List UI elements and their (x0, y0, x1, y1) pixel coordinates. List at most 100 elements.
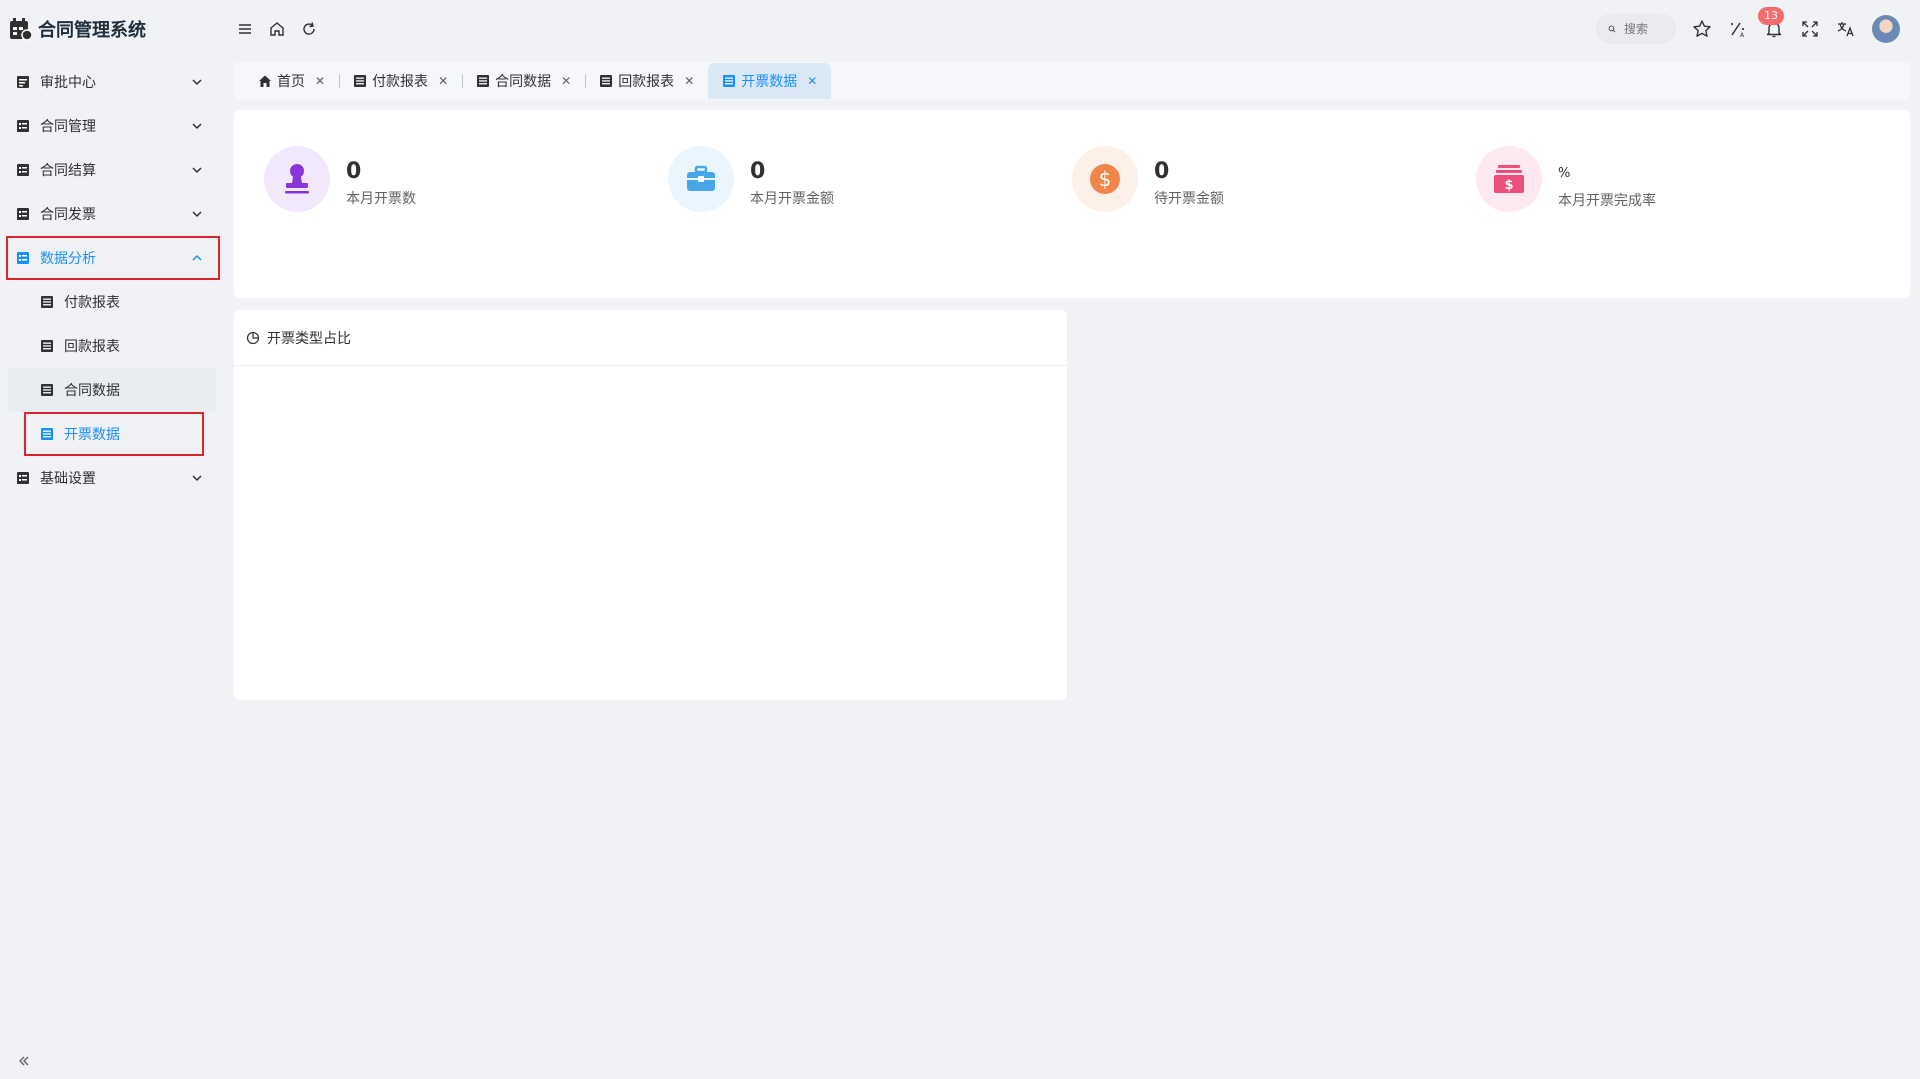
close-icon[interactable]: ✕ (438, 74, 448, 88)
stat-label: 本月开票金额 (750, 191, 834, 207)
dollar-coin-icon: $ (1090, 164, 1120, 194)
notification-button[interactable]: 13 (1758, 7, 1784, 39)
stats-card: 0 本月开票数 0 本月开票金额 $ 0 待开票金额 $ % 本月开票完成率 (234, 110, 1910, 298)
chevron-down-icon (192, 211, 202, 218)
list-icon (723, 75, 736, 87)
hamburger-menu-icon[interactable] (236, 20, 254, 38)
stat-completion-rate: $ % 本月开票完成率 (1476, 146, 1880, 298)
sidebar-subitem-label: 回款报表 (64, 339, 120, 355)
stat-label: 本月开票数 (346, 191, 416, 207)
home-icon (259, 75, 271, 87)
sidebar-item-basic-settings[interactable]: 基础设置 (0, 456, 226, 500)
star-icon[interactable] (1692, 19, 1712, 39)
stat-label: 待开票金额 (1154, 191, 1224, 207)
tab-label: 开票数据 (741, 74, 798, 90)
sidebar-item-data-analysis[interactable]: 数据分析 (6, 236, 220, 280)
chevron-down-icon (192, 167, 202, 174)
stat-invoice-amount: 0 本月开票金额 (668, 146, 1072, 298)
stat-invoice-count: 0 本月开票数 (264, 146, 668, 298)
briefcase-icon (687, 165, 715, 191)
tab-label: 合同数据 (495, 74, 552, 90)
chevron-down-icon (192, 475, 202, 482)
stat-icon-circle: $ (1072, 146, 1138, 212)
sidebar-item-invoice[interactable]: 合同发票 (0, 192, 226, 236)
tab-label: 付款报表 (372, 74, 429, 90)
stat-icon-circle (264, 146, 330, 212)
checklist-icon (17, 252, 29, 264)
stat-icon-circle: $ (1476, 146, 1542, 212)
stat-value: % (1558, 166, 1571, 181)
sidebar: 合同管理系统 审批中心 合同管理 合同结算 合同发票 数据分析 付款报表 回款报… (0, 0, 226, 1079)
close-icon[interactable]: ✕ (561, 74, 571, 88)
list-icon (477, 75, 490, 87)
tab-collection-report[interactable]: 回款报表 ✕ (585, 63, 708, 99)
translate-icon[interactable] (1836, 19, 1856, 39)
user-stamp-icon (285, 164, 309, 194)
sidebar-item-label: 合同结算 (40, 163, 96, 179)
chevron-down-icon (192, 123, 202, 130)
search-input[interactable] (1624, 22, 1664, 36)
sidebar-item-label: 合同发票 (40, 207, 96, 223)
pie-chart-icon (246, 331, 260, 344)
chevron-up-icon (192, 254, 202, 261)
stat-label: 本月开票完成率 (1558, 193, 1656, 209)
sidebar-item-label: 审批中心 (40, 75, 96, 91)
search-box[interactable] (1596, 14, 1676, 44)
refresh-icon[interactable] (300, 20, 318, 38)
sidebar-item-label: 数据分析 (40, 251, 96, 267)
chart-body (234, 366, 1067, 700)
svg-text:A: A (1740, 32, 1745, 39)
sidebar-subitem-label: 合同数据 (64, 383, 120, 399)
form-icon (17, 76, 29, 88)
tab-home[interactable]: 首页 ✕ (244, 63, 339, 99)
stat-value: 0 (346, 159, 362, 184)
sidebar-item-settlement[interactable]: 合同结算 (0, 148, 226, 192)
search-icon (1608, 25, 1616, 33)
top-header: A 13 (226, 0, 1920, 58)
stat-value: 0 (750, 159, 766, 184)
close-icon[interactable]: ✕ (807, 74, 817, 88)
list-icon (600, 75, 613, 87)
close-icon[interactable]: ✕ (684, 74, 694, 88)
sidebar-subitem-payment-report[interactable]: 付款报表 (0, 280, 226, 324)
checklist-icon (17, 208, 29, 220)
stat-pending-amount: $ 0 待开票金额 (1072, 146, 1476, 298)
tab-bar: 首页 ✕ 付款报表 ✕ 合同数据 ✕ 回款报表 ✕ 开票数据 ✕ (234, 62, 1910, 100)
list-icon (41, 384, 53, 396)
svg-text:$: $ (1504, 178, 1513, 193)
sidebar-item-label: 基础设置 (40, 471, 96, 487)
cash-stack-icon: $ (1494, 165, 1524, 193)
sidebar-subitem-collection-report[interactable]: 回款报表 (0, 324, 226, 368)
sidebar-subitem-label: 开票数据 (64, 427, 120, 443)
list-icon (41, 428, 53, 440)
fullscreen-icon[interactable] (1800, 19, 1820, 39)
notification-badge: 13 (1758, 7, 1784, 25)
sidebar-item-contract-management[interactable]: 合同管理 (0, 104, 226, 148)
stat-value: 0 (1154, 159, 1170, 184)
tab-invoice-data[interactable]: 开票数据 ✕ (708, 63, 832, 99)
list-icon (354, 75, 367, 87)
double-chevron-left-icon[interactable] (16, 1053, 32, 1069)
checklist-icon (17, 472, 29, 484)
tab-payment-report[interactable]: 付款报表 ✕ (339, 63, 462, 99)
app-logo[interactable]: 合同管理系统 (0, 0, 226, 58)
calendar-logo-icon (10, 18, 32, 41)
sidebar-subitem-invoice-data[interactable]: 开票数据 (24, 412, 204, 456)
invoice-type-chart-card: 开票类型占比 (234, 310, 1067, 700)
stat-icon-circle (668, 146, 734, 212)
sidebar-item-approval[interactable]: 审批中心 (0, 60, 226, 104)
sidebar-subitem-label: 付款报表 (64, 295, 120, 311)
sidebar-subitem-contract-data[interactable]: 合同数据 (8, 368, 216, 412)
close-icon[interactable]: ✕ (315, 74, 325, 88)
app-title: 合同管理系统 (38, 20, 146, 41)
home-icon[interactable] (268, 20, 286, 38)
checklist-icon (17, 120, 29, 132)
user-avatar[interactable] (1872, 15, 1900, 43)
chart-header: 开票类型占比 (234, 310, 1067, 366)
tab-label: 首页 (277, 74, 305, 90)
chevron-down-icon (192, 79, 202, 86)
svg-text:$: $ (1099, 167, 1112, 191)
tab-contract-data[interactable]: 合同数据 ✕ (462, 63, 585, 99)
sidebar-menu: 审批中心 合同管理 合同结算 合同发票 数据分析 付款报表 回款报表 合同数据 … (0, 60, 226, 500)
magic-wand-icon[interactable]: A (1728, 19, 1748, 39)
